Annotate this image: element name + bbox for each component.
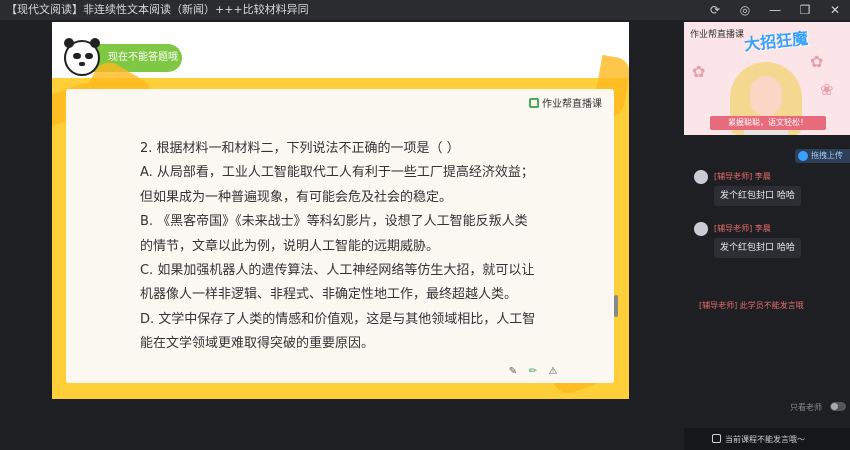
brand-text: 作业帮直播课 — [542, 99, 602, 110]
video-title: 大招狂魔 — [743, 28, 809, 55]
video-brand: 作业帮直播课 — [690, 30, 745, 40]
brand-logo-icon — [529, 98, 539, 108]
chat-disabled-notice: 当前课程不能发言哦～ — [725, 435, 805, 444]
chat-bubble: 发个红包封口 哈哈 — [714, 238, 801, 258]
window-controls: ⟳ ◎ — ❐ ✕ — [700, 0, 850, 20]
question-card: 作业帮直播课 2. 根据材料一和材料二，下列说法不正确的一项是（ ） A. 从局… — [66, 89, 618, 383]
only-teacher-label: 只看老师 — [790, 403, 822, 412]
drag-upload-button[interactable]: 拖拽上传 — [795, 149, 850, 163]
question-line: 但如果成为一种普遍现象，有可能会危及社会的稳定。 — [140, 189, 453, 205]
maximize-button[interactable]: ❐ — [790, 0, 820, 20]
only-teacher-toggle[interactable] — [830, 402, 846, 411]
question-line: D. 文学中保存了人类的情感和价值观，这是与其他领域相比，人工智 — [140, 311, 536, 327]
cloud-icon — [798, 151, 808, 161]
question-line: 2. 根据材料一和材料二，下列说法不正确的一项是（ ） — [140, 141, 460, 156]
pen-icon[interactable]: ✏ — [528, 367, 538, 377]
eye-icon[interactable]: ◎ — [730, 0, 760, 20]
question-line: 机器像人一样非逻辑、非程式、非确定性地工作，最终超越人类。 — [140, 287, 518, 303]
chat-bubble: 发个红包封口 哈哈 — [714, 186, 801, 206]
refresh-icon[interactable]: ⟳ — [700, 0, 730, 20]
brush-icon[interactable]: ⚠ — [548, 367, 558, 377]
lock-icon — [712, 434, 721, 443]
question-line: C. 如果加强机器人的遗传算法、人工神经网络等仿生大招，就可以让 — [140, 263, 535, 279]
question-text: 2. 根据材料一和材料二，下列说法不正确的一项是（ ） A. 从局部看，工业人工… — [140, 137, 560, 357]
brand-label: 作业帮直播课 — [529, 95, 602, 110]
stage-header: 现在不能答题哦 — [52, 22, 629, 78]
avatar — [694, 170, 708, 184]
avatar — [694, 222, 708, 236]
window-title: 【现代文阅读】非连续性文本阅读（新闻）+++比较材料异同 — [6, 3, 309, 16]
video-caption: 紧握聪聪，语文轻松！ — [710, 116, 826, 130]
close-button[interactable]: ✕ — [820, 0, 850, 20]
question-line: 能在文学领域更难取得突破的重要原因。 — [140, 336, 375, 352]
drag-upload-label: 拖拽上传 — [811, 151, 843, 160]
card-toolbar: ✎ ✏ ⚠ — [508, 367, 558, 377]
question-line: 的情节，文章以此为例，说明人工智能的远期威胁。 — [140, 238, 440, 254]
question-line: B. 《黑客帝国》《未来战士》等科幻影片，设想了人工智能反叛人类 — [140, 214, 528, 230]
chat-sender: [辅导老师] 李晨 — [714, 224, 771, 233]
chat-sender: [辅导老师] 李晨 — [714, 172, 771, 181]
eraser-icon[interactable]: ✎ — [508, 367, 518, 377]
teacher-video[interactable]: ✿ ❀ ✿ 作业帮直播课 大招狂魔 紧握聪聪，语文轻松！ — [684, 22, 850, 135]
question-line: A. 从局部看，工业人工智能取代工人有利于一些工厂提高经济效益； — [140, 165, 534, 181]
minimize-button[interactable]: — — [760, 0, 790, 20]
chat-sender: [辅导老师] 此学员不能发言哦 — [699, 301, 804, 310]
courseware-stage: 现在不能答题哦 作业帮直播课 2. 根据材料一和材料二，下列说法不正确的一项是（… — [52, 22, 629, 399]
card-scrollbar[interactable] — [614, 295, 618, 317]
